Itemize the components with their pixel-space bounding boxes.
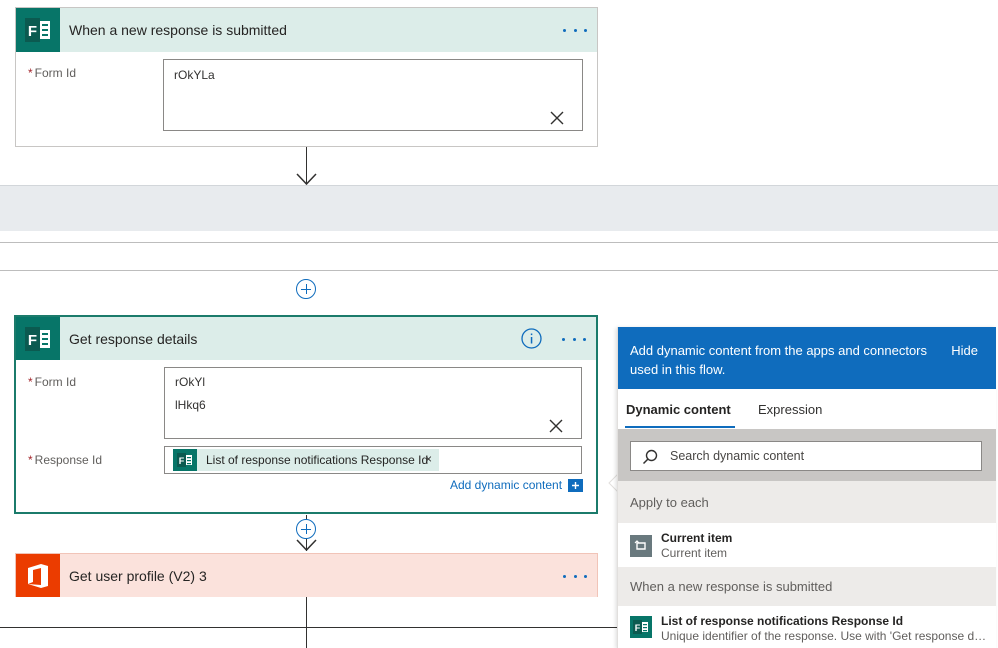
scope-band [0, 185, 998, 231]
form-id-label: * Form Id [28, 375, 77, 389]
divider-line [0, 270, 998, 271]
dynamic-token[interactable]: F List of response notifications Respons… [173, 449, 439, 471]
trigger-card: F When a new response is submitted * Form… [15, 7, 598, 147]
get-response-details-header[interactable]: F Get response details [16, 317, 596, 360]
section-header: Apply to each [618, 481, 996, 523]
clear-icon[interactable] [550, 111, 564, 125]
office-icon [16, 554, 60, 597]
loop-icon [630, 535, 652, 557]
add-step-button[interactable] [296, 279, 316, 299]
card-title: Get user profile (V2) 3 [69, 568, 207, 584]
form-id-label: * Form Id [28, 66, 77, 80]
add-step-button[interactable] [296, 519, 316, 539]
panel-description: Add dynamic content from the apps and co… [630, 343, 928, 377]
response-id-field[interactable]: F List of response notifications Respons… [164, 446, 582, 474]
arrow-down-icon [296, 173, 317, 186]
card-title: When a new response is submitted [69, 22, 287, 38]
dynamic-item-subtitle: Current item [661, 546, 728, 560]
dynamic-item-subtitle: Unique identifier of the response. Use w… [661, 629, 987, 643]
add-dynamic-content-link[interactable]: Add dynamic content [450, 477, 584, 493]
more-options-icon[interactable] [562, 331, 586, 347]
add-dynamic-content-label: Add dynamic content [450, 478, 563, 492]
tab-dynamic-content[interactable]: Dynamic content [626, 402, 731, 417]
search-area: Search dynamic content [618, 429, 996, 481]
dynamic-item-response-id[interactable]: F List of response notifications Respons… [618, 606, 996, 648]
dynamic-token-label: List of response notifications Response … [206, 453, 429, 467]
forms-icon: F [16, 317, 60, 360]
form-id-value-line2: lHkq6 [175, 398, 206, 412]
forms-icon: F [630, 616, 652, 638]
more-options-icon[interactable] [563, 22, 587, 38]
dynamic-item-current-item[interactable]: Current item Current item [618, 523, 996, 567]
dynamic-item-title: Current item [661, 531, 733, 545]
tab-expression[interactable]: Expression [758, 402, 822, 417]
forms-icon: F [173, 449, 197, 471]
svg-text:F: F [635, 623, 641, 633]
form-id-field[interactable]: rOkYLa [163, 59, 583, 131]
search-icon [642, 449, 658, 465]
form-id-value: rOkYLa [174, 68, 215, 82]
divider-line [0, 627, 617, 628]
hide-button[interactable]: Hide [951, 343, 978, 358]
card-title: Get response details [69, 331, 198, 347]
clear-icon[interactable] [549, 419, 563, 433]
form-id-value-line1: rOkYl [175, 375, 205, 389]
dynamic-item-title: List of response notifications Response … [661, 614, 904, 628]
get-user-profile-header[interactable]: Get user profile (V2) 3 [16, 554, 597, 597]
arrow-down-icon [296, 539, 317, 552]
response-id-label: * Response Id [28, 453, 103, 467]
get-user-profile-card: Get user profile (V2) 3 [15, 553, 598, 597]
svg-text:F: F [28, 23, 37, 40]
active-tab-indicator [625, 426, 735, 428]
info-icon[interactable] [521, 328, 542, 349]
search-placeholder: Search dynamic content [670, 449, 805, 463]
svg-text:F: F [179, 456, 185, 466]
section-header: When a new response is submitted [618, 567, 996, 606]
get-response-details-card: F Get response details * Form Id rOkYl lH… [14, 315, 598, 514]
svg-text:F: F [28, 332, 37, 349]
panel-header: Add dynamic content from the apps and co… [618, 327, 996, 389]
more-options-icon[interactable] [563, 568, 587, 584]
connector-line [306, 597, 307, 648]
divider-line [0, 242, 998, 243]
form-id-field[interactable]: rOkYl lHkq6 [164, 367, 582, 439]
dynamic-content-panel: Add dynamic content from the apps and co… [617, 327, 996, 648]
add-dynamic-content-icon [568, 478, 584, 492]
panel-tabs: Dynamic content Expression [618, 389, 996, 429]
token-remove-button[interactable]: × [425, 452, 432, 466]
trigger-card-header[interactable]: F When a new response is submitted [16, 8, 597, 52]
forms-icon: F [16, 8, 60, 52]
search-input[interactable]: Search dynamic content [630, 441, 982, 471]
